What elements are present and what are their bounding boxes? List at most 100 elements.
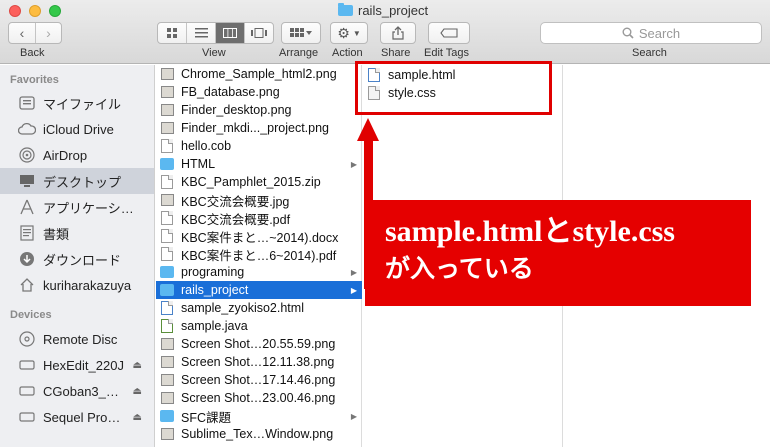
applications-icon [18,198,36,216]
back-button[interactable]: ‹ [9,23,35,43]
arrange-label: Arrange [279,47,319,59]
cover-flow-button[interactable] [244,23,273,43]
back-label: Back [20,47,45,59]
forward-button[interactable]: › [34,23,61,43]
image-file-icon [160,427,174,442]
file-row[interactable]: Finder_mkdi..._project.png [156,119,362,137]
search-field[interactable]: Search [540,22,762,44]
file-row[interactable]: Screen Shot…17.14.46.png [156,371,362,389]
edit-tags-button[interactable] [428,22,470,44]
disc-icon [18,330,36,348]
share-button[interactable] [380,22,416,44]
minimize-window-button[interactable] [29,5,41,17]
html-file-icon [160,301,174,316]
chevron-down-icon: ▼ [352,28,361,38]
file-name: KBC案件まと…~2014).docx [181,230,339,245]
icon-view-button[interactable] [158,23,186,43]
sidebar-item-airdrop[interactable]: AirDrop [0,142,154,168]
sidebar-item-remote-disc[interactable]: Remote Disc [0,326,154,352]
annotation-callout: sample.htmlとstyle.css が入っている [365,200,751,306]
file-name: Sublime_Tex…Window.png [181,427,334,441]
sidebar-item-cgoban[interactable]: CGoban3_… ⏏ [0,378,154,404]
file-name: KBC案件まと…6~2014).pdf [181,248,337,263]
airdrop-icon [18,146,36,164]
columns-icon [223,28,237,38]
java-file-icon [160,319,174,334]
file-row[interactable]: KBC交流会概要.pdf [156,209,362,227]
annotation-line-1: sample.htmlとstyle.css [385,215,675,248]
eject-icon[interactable]: ⏏ [133,386,142,397]
sidebar-item-desktop[interactable]: デスクトップ [0,168,154,194]
sidebar-item-sequel-pro[interactable]: Sequel Pro… ⏏ [0,404,154,430]
eject-icon[interactable]: ⏏ [133,412,142,423]
desktop-icon [18,172,36,190]
zoom-window-button[interactable] [49,5,61,17]
list-view-button[interactable] [186,23,215,43]
share-label: Share [381,47,411,59]
home-icon [18,276,36,294]
file-name: rails_project [181,283,249,297]
sidebar-item-home[interactable]: kuriharakazuya [0,272,154,298]
share-icon [392,26,404,40]
file-row[interactable]: hello.cob [156,137,362,155]
image-file-icon [160,121,174,136]
image-file-icon [160,355,174,370]
file-row[interactable]: sample.java [156,317,362,335]
sidebar-item-downloads[interactable]: ダウンロード [0,246,154,272]
file-row[interactable]: Sublime_Tex…Window.png [156,425,362,443]
file-name: Screen Shot…17.14.46.png [181,373,336,387]
file-row[interactable]: SFC課題 ▶ [156,407,362,425]
file-row[interactable]: programing ▶ [156,263,362,281]
file-column-desktop: Chrome_Sample_html2.png FB_database.png Fi… [156,65,362,447]
documents-icon [18,224,36,242]
image-file-icon [160,85,174,100]
file-name: HTML [181,157,216,171]
column-view-button[interactable] [215,23,244,43]
action-button[interactable]: ⚙ ▼ [330,22,368,44]
file-row[interactable]: KBC交流会概要.jpg [156,191,362,209]
favorites-header: Favorites [10,74,59,86]
document-icon [160,247,174,262]
search-icon [622,27,634,39]
disclosure-arrow-icon: ▶ [350,411,357,421]
arrange-button[interactable] [281,22,321,44]
arrange-icon [290,28,312,37]
search-placeholder: Search [638,25,681,41]
file-row[interactable]: FB_database.png [156,83,362,101]
file-row[interactable]: Chrome_Sample_html2.png [156,65,362,83]
cloud-icon [18,120,36,138]
file-row[interactable]: Screen Shot…20.55.59.png [156,335,362,353]
document-icon [160,139,174,154]
image-file-icon [160,103,174,118]
sidebar-item-documents[interactable]: 書類 [0,220,154,246]
folder-icon [160,157,174,172]
file-row[interactable]: Screen Shot…23.00.46.png [156,389,362,407]
image-file-icon [160,193,174,208]
file-name: SFC課題 [181,410,232,425]
view-mode-group [157,22,274,44]
file-row[interactable]: Finder_desktop.png [156,101,362,119]
file-row[interactable]: sample_zyokiso2.html [156,299,362,317]
annotation-line-2: が入っている [385,256,534,283]
file-row[interactable]: HTML ▶ [156,155,362,173]
file-name: Finder_mkdi..._project.png [181,121,329,135]
file-row[interactable]: KBC案件まと…~2014).docx [156,227,362,245]
close-window-button[interactable] [9,5,21,17]
eject-icon[interactable]: ⏏ [133,360,142,371]
sidebar-item-hexedit[interactable]: HexEdit_220J ⏏ [0,352,154,378]
file-row[interactable]: KBC案件まと…6~2014).pdf [156,245,362,263]
sidebar: Favorites マイファイル iCloud Drive AirDrop デス… [0,65,155,447]
file-name: Chrome_Sample_html2.png [181,67,337,81]
sidebar-item-applications[interactable]: アプリケーシ… [0,194,154,220]
file-name: Screen Shot…12.11.38.png [181,355,335,369]
cover-flow-icon [251,28,267,38]
file-row[interactable]: Screen Shot…12.11.38.png [156,353,362,371]
image-file-icon [160,391,174,406]
file-row[interactable]: KBC_Pamphlet_2015.zip [156,173,362,191]
file-row[interactable]: rails_project ▶ [156,281,362,299]
highlight-box [355,61,552,115]
folder-icon [338,3,353,16]
sidebar-item-my-files[interactable]: マイファイル [0,90,154,116]
sidebar-item-icloud-drive[interactable]: iCloud Drive [0,116,154,142]
disclosure-arrow-icon: ▶ [350,285,357,295]
